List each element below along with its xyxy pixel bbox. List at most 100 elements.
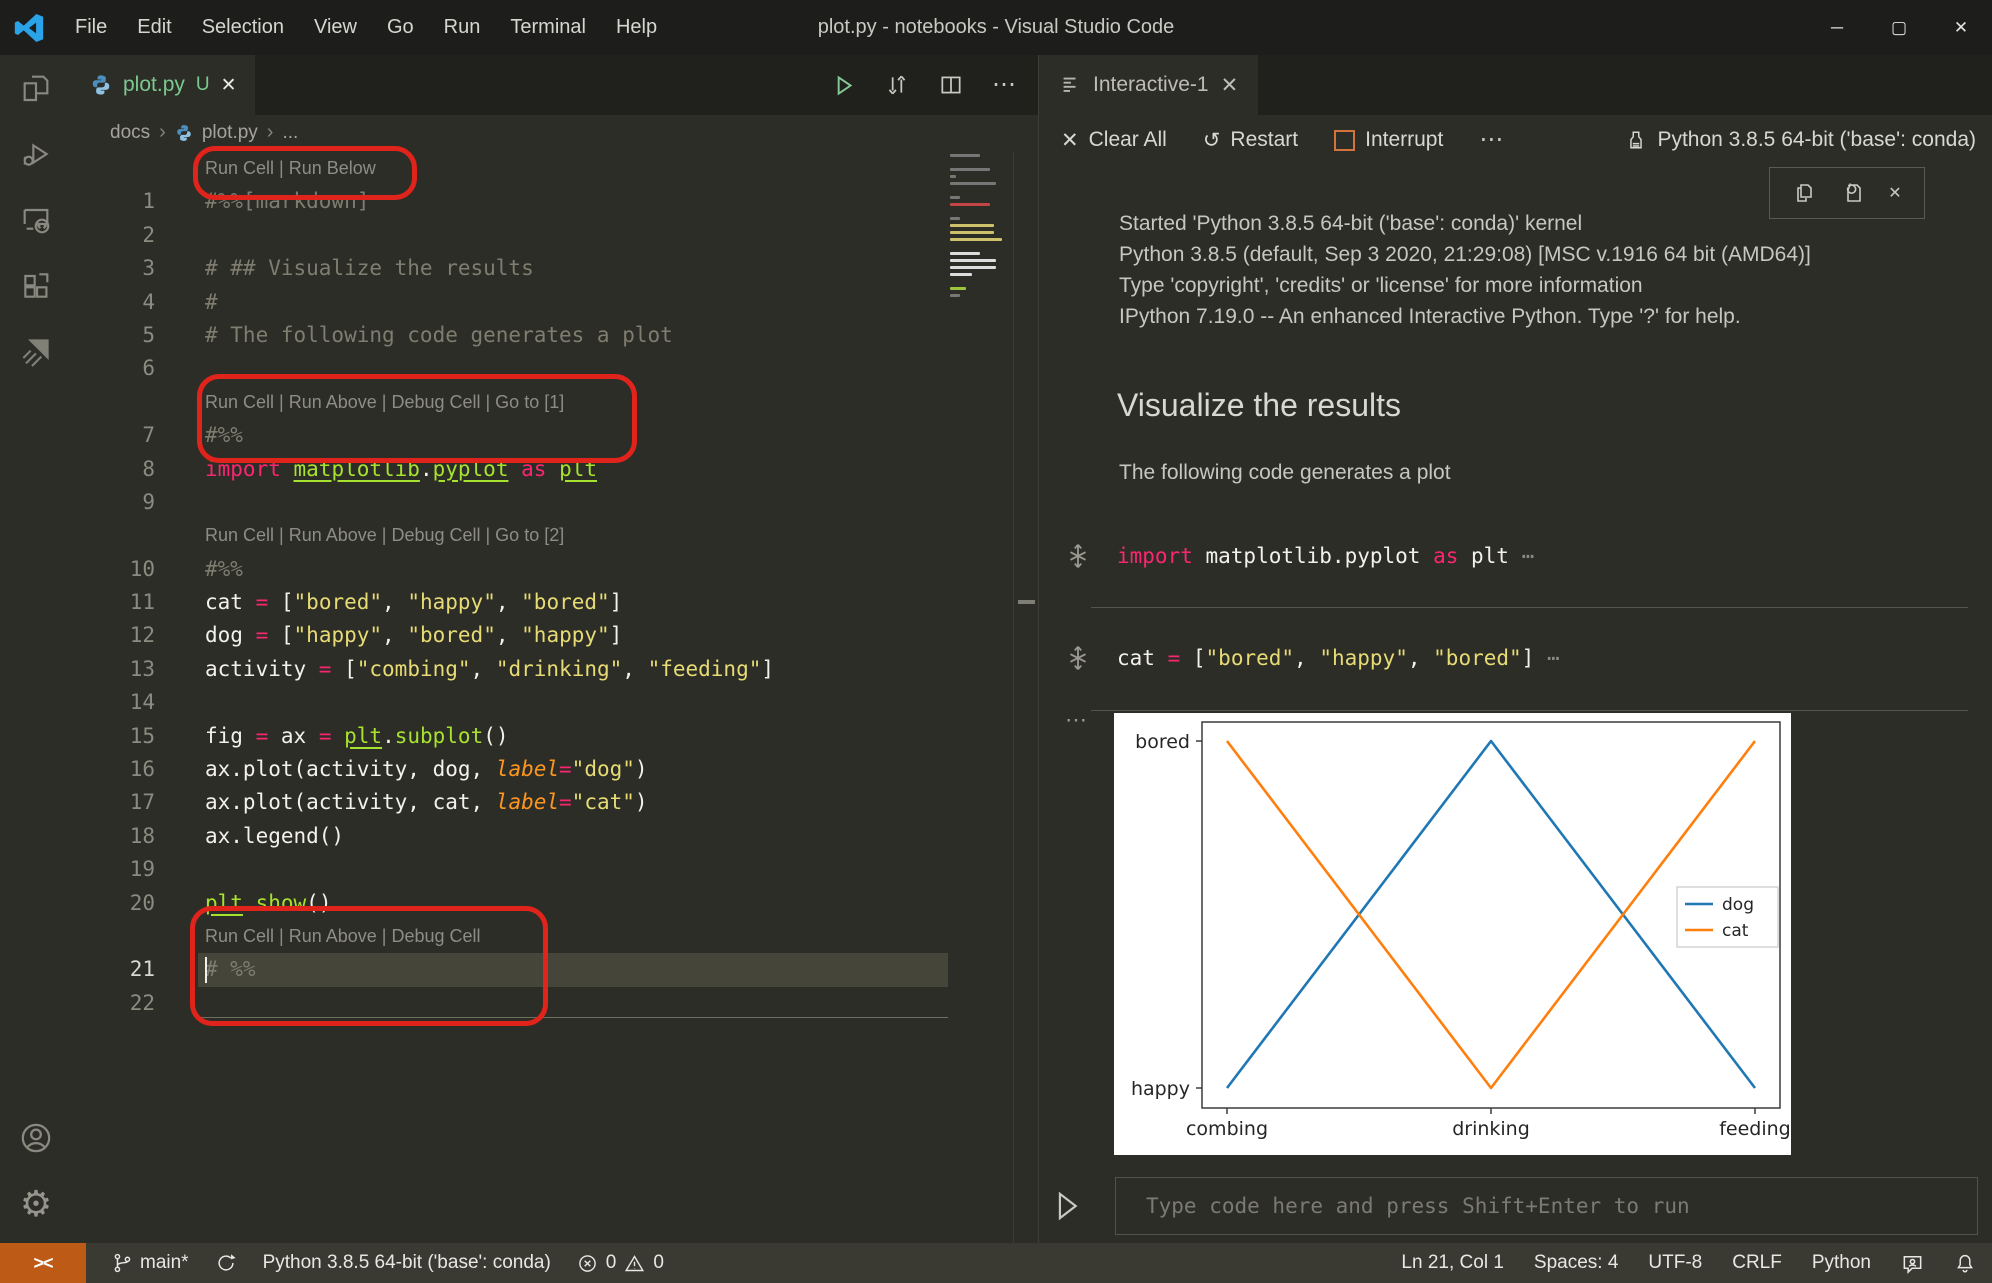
close-output-icon[interactable]: ✕	[1888, 183, 1901, 203]
tab-plot-py[interactable]: plot.py U ✕	[72, 55, 255, 115]
output-hover-toolbar: ✕	[1769, 167, 1925, 219]
code-row: 9	[72, 486, 1014, 519]
markdown-paragraph: The following code generates a plot	[1119, 461, 1451, 485]
tab-interactive-1[interactable]: Interactive-1 ✕	[1039, 55, 1258, 115]
matplotlib-plot-output: combingdrinkingfeedingboredhappydogcat	[1114, 713, 1791, 1155]
collapse-output-icon[interactable]: ⋯	[1065, 707, 1088, 733]
run-python-file-icon[interactable]	[830, 72, 856, 98]
breadcrumb[interactable]: docs › plot.py › ...	[72, 115, 1038, 150]
code-row: 14	[72, 686, 1014, 719]
code-row: 16ax.plot(activity, dog, label="dog")	[72, 753, 1014, 786]
code-line[interactable]: #%%[markdown]	[155, 185, 369, 218]
code-line[interactable]: activity = ["combing", "drinking", "feed…	[155, 653, 774, 686]
code-line[interactable]: # ## Visualize the results	[155, 252, 534, 285]
notifications-item[interactable]	[1954, 1252, 1976, 1274]
code-line[interactable]: ax.legend()	[155, 820, 344, 853]
codelens-actions[interactable]: Run Cell | Run Above | Debug Cell	[155, 920, 481, 953]
restart-button[interactable]: ↺ Restart	[1203, 128, 1298, 153]
extensions-icon[interactable]	[0, 253, 72, 319]
warnings-icon	[624, 1253, 645, 1274]
code-line[interactable]: fig = ax = plt.subplot()	[155, 720, 509, 753]
tab-label: plot.py	[123, 73, 185, 97]
menu-go[interactable]: Go	[372, 16, 429, 38]
remote-indicator[interactable]: ><	[0, 1243, 86, 1283]
interrupt-button[interactable]: Interrupt	[1334, 128, 1443, 152]
minimap-line	[950, 259, 996, 262]
python-interpreter-item[interactable]: Python 3.8.5 64-bit ('base': conda)	[263, 1252, 551, 1274]
code-line[interactable]: ax.plot(activity, cat, label="cat")	[155, 786, 648, 819]
more-actions-icon[interactable]: ⋯	[992, 73, 1016, 97]
code-line[interactable]: #	[155, 286, 218, 319]
breadcrumb-symbol[interactable]: ...	[282, 122, 298, 144]
code-line[interactable]: cat = ["bored", "happy", "bored"]	[155, 586, 622, 619]
code-row: 6	[72, 352, 1014, 385]
code-line[interactable]: #%%	[155, 419, 243, 452]
interactive-code-input[interactable]	[1115, 1177, 1978, 1235]
eol-item[interactable]: CRLF	[1732, 1252, 1782, 1274]
sync-button[interactable]	[215, 1252, 237, 1274]
menu-terminal[interactable]: Terminal	[495, 16, 601, 38]
minimap-line	[950, 154, 980, 157]
codelens-row: Run Cell | Run Above | Debug Cell	[72, 920, 1014, 953]
clear-all-button[interactable]: ✕ Clear All	[1061, 128, 1167, 153]
remote-explorer-icon[interactable]	[0, 187, 72, 253]
close-window-button[interactable]: ✕	[1930, 0, 1992, 55]
code-row: 11cat = ["bored", "happy", "bored"]	[72, 586, 1014, 619]
minimap[interactable]	[948, 154, 1006, 324]
line-number: 7	[72, 419, 155, 452]
more-actions-icon[interactable]: ⋯	[1479, 128, 1503, 152]
problems-item[interactable]: 0 0	[577, 1252, 664, 1274]
settings-gear-icon[interactable]: ⚙	[0, 1171, 72, 1237]
compare-changes-icon[interactable]	[884, 72, 910, 98]
git-branch-item[interactable]: main*	[112, 1252, 189, 1274]
run-and-debug-icon[interactable]	[0, 121, 72, 187]
maximize-button[interactable]: ▢	[1868, 0, 1930, 55]
menu-run[interactable]: Run	[429, 16, 496, 38]
split-editor-icon[interactable]	[938, 72, 964, 98]
code-line[interactable]: plt.show()	[155, 887, 331, 920]
interactive-code-cell[interactable]: import matplotlib.pyplot as plt ⋯	[1039, 536, 1534, 576]
accounts-icon[interactable]	[0, 1105, 72, 1171]
codelens-actions[interactable]: Run Cell | Run Below	[155, 152, 376, 185]
vscode-logo-icon	[12, 11, 46, 45]
menu-help[interactable]: Help	[601, 16, 672, 38]
indentation-item[interactable]: Spaces: 4	[1534, 1252, 1619, 1274]
language-mode-item[interactable]: Python	[1812, 1252, 1871, 1274]
goto-cell-icon[interactable]	[1039, 644, 1117, 672]
interactive-code-cell[interactable]: cat = ["bored", "happy", "bored"] ⋯	[1039, 638, 1560, 678]
explorer-icon[interactable]	[0, 55, 72, 121]
code-editor[interactable]: Run Cell | Run Below1#%%[markdown]23# ##…	[72, 152, 1014, 1243]
breadcrumb-file[interactable]: plot.py	[202, 122, 258, 144]
feedback-item[interactable]	[1901, 1252, 1924, 1275]
kernel-picker[interactable]: Python 3.8.5 64-bit ('base': conda)	[1625, 128, 1992, 152]
code-line[interactable]: # The following code generates a plot	[155, 319, 673, 352]
codelens-actions[interactable]: Run Cell | Run Above | Debug Cell | Go t…	[155, 519, 564, 552]
menu-selection[interactable]: Selection	[187, 16, 299, 38]
minimize-button[interactable]: ─	[1806, 0, 1868, 55]
code-row: 18ax.legend()	[72, 820, 1014, 853]
menu-edit[interactable]: Edit	[122, 16, 186, 38]
code-line[interactable]: ax.plot(activity, dog, label="dog")	[155, 753, 648, 786]
kernel-banner-line: Type 'copyright', 'credits' or 'license'…	[1119, 274, 1643, 298]
code-line[interactable]: #%%	[155, 553, 243, 586]
menu-view[interactable]: View	[299, 16, 372, 38]
goto-cell-icon[interactable]	[1039, 542, 1117, 570]
custom-extension-icon[interactable]	[0, 319, 72, 385]
cursor-position-item[interactable]: Ln 21, Col 1	[1401, 1252, 1503, 1274]
menu-file[interactable]: File	[60, 16, 122, 38]
line-number: 12	[72, 619, 155, 652]
breadcrumb-folder[interactable]: docs	[110, 122, 150, 144]
code-line[interactable]: import matplotlib.pyplot as plt	[155, 453, 597, 486]
code-line[interactable]: dog = ["happy", "bored", "happy"]	[155, 619, 622, 652]
encoding-item[interactable]: UTF-8	[1648, 1252, 1702, 1274]
line-number: 21	[72, 953, 155, 986]
copy-output-icon[interactable]	[1792, 181, 1816, 205]
export-output-icon[interactable]	[1840, 181, 1864, 205]
close-tab-icon[interactable]: ✕	[1221, 73, 1239, 98]
close-tab-icon[interactable]: ✕	[221, 74, 237, 97]
cell-separator	[1091, 607, 1968, 608]
run-input-icon[interactable]	[1051, 1189, 1081, 1223]
codelens-actions[interactable]: Run Cell | Run Above | Debug Cell | Go t…	[155, 386, 564, 419]
code-row: 15fig = ax = plt.subplot()	[72, 720, 1014, 753]
editor-scrollbar-track[interactable]	[1013, 152, 1014, 1243]
